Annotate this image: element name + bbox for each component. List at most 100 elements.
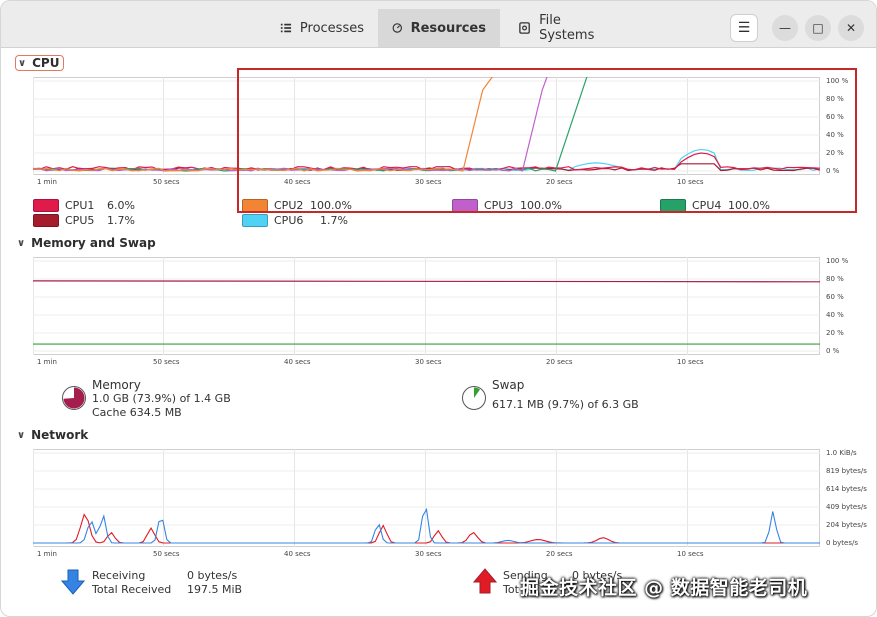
color-swatch[interactable] [242, 213, 268, 227]
y-tick-label: 100 % [826, 257, 849, 265]
list-icon [280, 23, 292, 33]
legend-cpu6[interactable]: CPU6 1.7% [242, 213, 348, 227]
system-monitor-window: Processes Resources File Systems ☰ — □ ✕… [0, 0, 877, 617]
legend-name: CPU3 [484, 198, 514, 212]
y-tick-label: 819 bytes/s [826, 467, 867, 475]
maximize-button[interactable]: □ [805, 15, 831, 41]
receiving-value: 0 bytes/s [187, 569, 238, 582]
x-tick-label: 50 secs [153, 550, 180, 558]
tab-label: Processes [299, 20, 364, 36]
x-tick-label: 50 secs [153, 358, 180, 366]
x-tick-label: 30 secs [415, 358, 442, 366]
legend-name: CPU5 [65, 213, 95, 227]
y-tick-label: 1.0 KiB/s [826, 449, 857, 457]
x-tick-label: 30 secs [415, 550, 442, 558]
legend-value: 100.0% [728, 198, 770, 212]
memory-history-plot [33, 257, 820, 355]
legend-name: CPU6 [274, 213, 304, 227]
cpu-section-toggle[interactable]: ∨ CPU [15, 55, 65, 71]
network-title: Network [31, 428, 89, 442]
memory-usage: 1.0 GB (73.9%) of 1.4 GB [92, 392, 231, 405]
legend-name: CPU1 [65, 198, 95, 212]
y-tick-label: 80 % [826, 95, 844, 103]
x-tick-label: 1 min [37, 550, 57, 558]
tab-processes[interactable]: Processes [266, 9, 378, 47]
sending-arrow-icon [473, 568, 497, 594]
x-tick-label: 20 secs [546, 358, 573, 366]
tab-file-systems[interactable]: File Systems [504, 9, 629, 47]
receiving-values: 0 bytes/s 197.5 MiB [187, 569, 242, 597]
legend-value: 6.0% [107, 198, 135, 212]
legend-value: 1.7% [320, 213, 348, 227]
tab-resources[interactable]: Resources [378, 9, 500, 47]
color-swatch[interactable] [660, 198, 686, 212]
chevron-down-icon: ∨ [17, 429, 26, 441]
y-tick-label: 100 % [826, 77, 849, 85]
swap-label: Swap [492, 378, 525, 392]
hamburger-icon: ☰ [737, 20, 751, 36]
color-swatch[interactable] [452, 198, 478, 212]
receiving-info: Receiving Total Received [92, 569, 171, 597]
disk-icon [519, 22, 530, 34]
maximize-icon: □ [812, 21, 824, 35]
y-tick-label: 20 % [826, 149, 844, 157]
x-tick-label: 40 secs [284, 550, 311, 558]
y-tick-label: 409 bytes/s [826, 503, 867, 511]
swap-usage: 617.1 MB (9.7%) of 6.3 GB [492, 398, 639, 411]
network-section-toggle[interactable]: ∨ Network [17, 428, 88, 442]
memory-label: Memory [92, 378, 141, 392]
x-tick-label: 40 secs [284, 358, 311, 366]
x-tick-label: 20 secs [546, 550, 573, 558]
total-received-label: Total Received [92, 583, 172, 596]
legend-value: 1.7% [107, 213, 135, 227]
swap-info: Swap 617.1 MB (9.7%) of 6.3 GB [492, 378, 639, 412]
memory-cache: Cache 634.5 MB [92, 406, 182, 419]
y-tick-label: 40 % [826, 131, 844, 139]
legend-cpu1[interactable]: CPU1 6.0% [33, 198, 135, 212]
x-tick-label: 1 min [37, 178, 57, 186]
chevron-down-icon: ∨ [17, 237, 26, 249]
legend-cpu5[interactable]: CPU5 1.7% [33, 213, 135, 227]
color-swatch[interactable] [33, 213, 59, 227]
memory-section-toggle[interactable]: ∨ Memory and Swap [17, 236, 156, 250]
memory-pie-icon [62, 386, 86, 410]
legend-name: CPU2 [274, 198, 304, 212]
main-menu-button[interactable]: ☰ [730, 14, 758, 42]
y-tick-label: 0 % [826, 347, 840, 355]
tab-label: File Systems [539, 13, 595, 43]
x-tick-label: 10 secs [677, 358, 704, 366]
x-tick-label: 10 secs [677, 178, 704, 186]
receiving-label: Receiving [92, 569, 146, 582]
watermark: 掘金技术社区 @ 数据智能老司机 [520, 577, 808, 599]
gauge-icon [392, 23, 402, 33]
y-tick-label: 20 % [826, 329, 844, 337]
y-tick-label: 0 bytes/s [826, 539, 858, 547]
memory-title: Memory and Swap [31, 236, 156, 250]
legend-value: 100.0% [310, 198, 352, 212]
color-swatch[interactable] [33, 198, 59, 212]
y-tick-label: 80 % [826, 275, 844, 283]
x-tick-label: 40 secs [284, 178, 311, 186]
close-button[interactable]: ✕ [838, 15, 864, 41]
minimize-button[interactable]: — [772, 15, 798, 41]
x-tick-label: 20 secs [546, 178, 573, 186]
legend-value: 100.0% [520, 198, 562, 212]
legend-cpu2[interactable]: CPU2 100.0% [242, 198, 352, 212]
cpu-history-plot [33, 77, 820, 175]
y-tick-label: 614 bytes/s [826, 485, 867, 493]
tab-label: Resources [410, 20, 486, 36]
y-tick-label: 40 % [826, 311, 844, 319]
close-icon: ✕ [845, 21, 857, 35]
header-bar: Processes Resources File Systems ☰ — □ ✕ [1, 1, 876, 48]
legend-cpu4[interactable]: CPU4 100.0% [660, 198, 770, 212]
swap-pie-icon [462, 386, 486, 410]
legend-cpu3[interactable]: CPU3 100.0% [452, 198, 562, 212]
receiving-arrow-icon [61, 569, 85, 595]
x-tick-label: 1 min [37, 358, 57, 366]
x-tick-label: 10 secs [677, 550, 704, 558]
y-tick-label: 60 % [826, 293, 844, 301]
x-tick-label: 30 secs [415, 178, 442, 186]
color-swatch[interactable] [242, 198, 268, 212]
minimize-icon: — [779, 21, 791, 35]
memory-info: Memory 1.0 GB (73.9%) of 1.4 GB Cache 63… [92, 378, 231, 420]
